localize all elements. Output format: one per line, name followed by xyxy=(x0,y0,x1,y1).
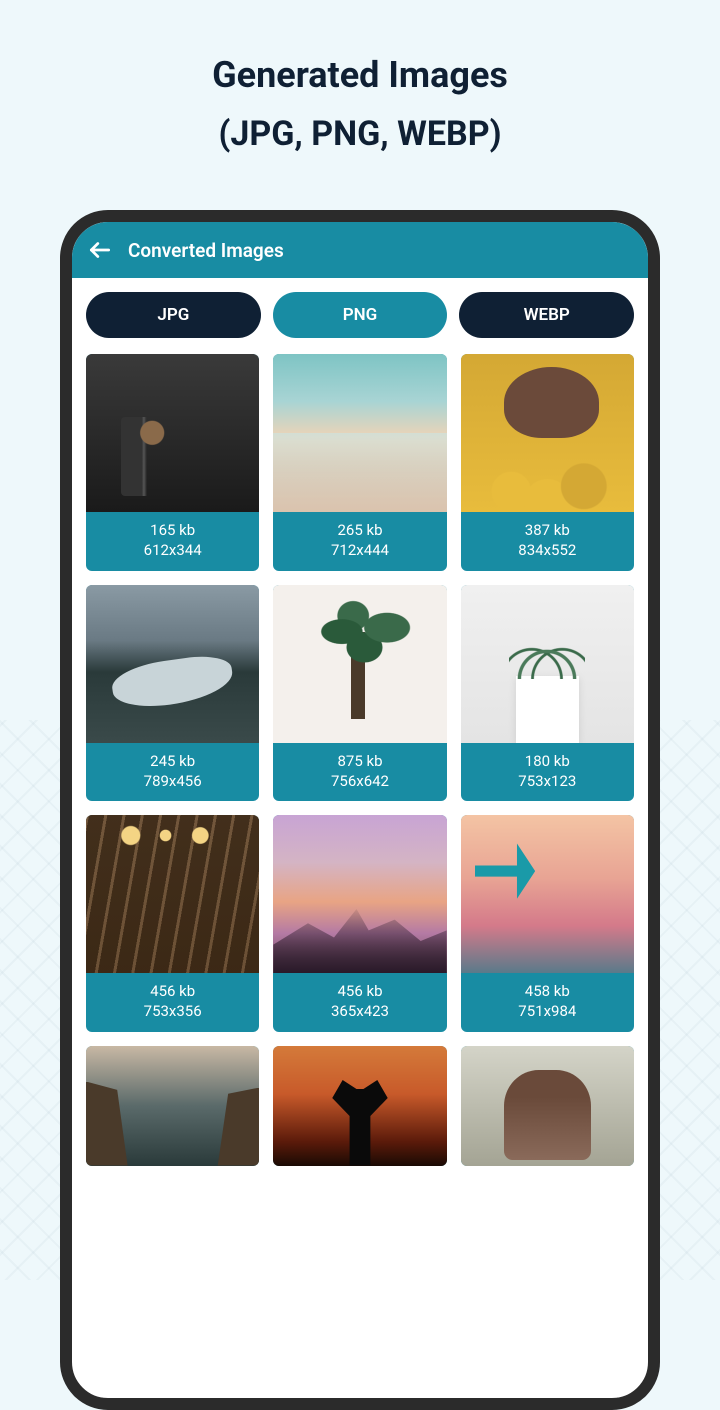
image-card[interactable] xyxy=(273,1046,446,1166)
image-thumbnail xyxy=(86,1046,259,1166)
page-title: Generated Images xyxy=(0,0,720,102)
image-card[interactable]: 245 kb 789x456 xyxy=(86,585,259,802)
image-size: 387 kb xyxy=(465,520,630,540)
tab-png[interactable]: PNG xyxy=(273,292,448,338)
device-frame: Converted Images JPG PNG WEBP 165 kb 612… xyxy=(60,210,660,1410)
image-card[interactable] xyxy=(86,1046,259,1166)
back-icon[interactable] xyxy=(86,236,114,264)
image-thumbnail xyxy=(273,585,446,743)
content-area: JPG PNG WEBP 165 kb 612x344 265 kb 712x4… xyxy=(72,278,648,1180)
image-size: 456 kb xyxy=(90,981,255,1001)
image-size: 458 kb xyxy=(465,981,630,1001)
image-dims: 789x456 xyxy=(90,771,255,791)
image-dims: 712x444 xyxy=(277,540,442,560)
image-dims: 756x642 xyxy=(277,771,442,791)
image-size: 456 kb xyxy=(277,981,442,1001)
image-thumbnail xyxy=(273,1046,446,1166)
image-grid: 165 kb 612x344 265 kb 712x444 387 kb 834… xyxy=(86,354,634,1166)
appbar-title: Converted Images xyxy=(128,239,284,262)
image-size: 265 kb xyxy=(277,520,442,540)
image-size: 875 kb xyxy=(277,751,442,771)
tab-jpg[interactable]: JPG xyxy=(86,292,261,338)
image-thumbnail xyxy=(86,585,259,743)
image-dims: 753x123 xyxy=(465,771,630,791)
image-size: 180 kb xyxy=(465,751,630,771)
image-card[interactable]: 458 kb 751x984 xyxy=(461,815,634,1032)
image-thumbnail xyxy=(461,815,634,973)
image-thumbnail xyxy=(86,354,259,512)
image-meta: 265 kb 712x444 xyxy=(273,512,446,571)
format-tabs: JPG PNG WEBP xyxy=(86,292,634,338)
image-thumbnail xyxy=(461,585,634,743)
image-meta: 875 kb 756x642 xyxy=(273,743,446,802)
image-dims: 753x356 xyxy=(90,1001,255,1021)
image-meta: 456 kb 753x356 xyxy=(86,973,259,1032)
image-thumbnail xyxy=(273,815,446,973)
image-meta: 180 kb 753x123 xyxy=(461,743,634,802)
image-card[interactable]: 165 kb 612x344 xyxy=(86,354,259,571)
image-size: 245 kb xyxy=(90,751,255,771)
image-dims: 751x984 xyxy=(465,1001,630,1021)
image-card[interactable] xyxy=(461,1046,634,1166)
image-card[interactable]: 387 kb 834x552 xyxy=(461,354,634,571)
app-bar: Converted Images xyxy=(72,222,648,278)
image-thumbnail xyxy=(273,354,446,512)
image-thumbnail xyxy=(461,354,634,512)
image-card[interactable]: 456 kb 365x423 xyxy=(273,815,446,1032)
tab-webp[interactable]: WEBP xyxy=(459,292,634,338)
image-size: 165 kb xyxy=(90,520,255,540)
image-card[interactable]: 265 kb 712x444 xyxy=(273,354,446,571)
image-thumbnail xyxy=(86,815,259,973)
image-thumbnail xyxy=(461,1046,634,1166)
image-card[interactable]: 875 kb 756x642 xyxy=(273,585,446,802)
image-meta: 456 kb 365x423 xyxy=(273,973,446,1032)
image-dims: 612x344 xyxy=(90,540,255,560)
image-meta: 165 kb 612x344 xyxy=(86,512,259,571)
image-dims: 834x552 xyxy=(465,540,630,560)
image-dims: 365x423 xyxy=(277,1001,442,1021)
image-meta: 245 kb 789x456 xyxy=(86,743,259,802)
image-meta: 458 kb 751x984 xyxy=(461,973,634,1032)
page-subtitle: (JPG, PNG, WEBP) xyxy=(0,114,720,154)
image-card[interactable]: 456 kb 753x356 xyxy=(86,815,259,1032)
image-meta: 387 kb 834x552 xyxy=(461,512,634,571)
image-card[interactable]: 180 kb 753x123 xyxy=(461,585,634,802)
